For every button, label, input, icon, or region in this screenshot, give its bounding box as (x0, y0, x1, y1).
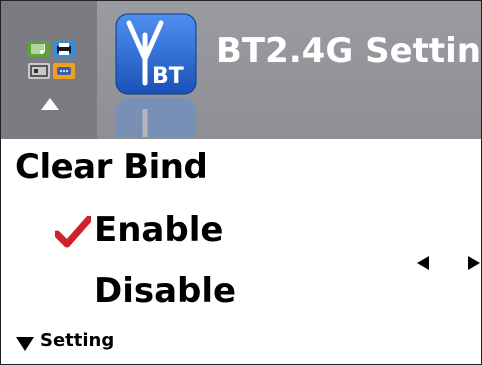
device-mini-icon (28, 63, 50, 79)
option-enable[interactable]: Enable (94, 210, 223, 250)
right-arrow-icon[interactable] (468, 255, 480, 274)
option-disable[interactable]: Disable (94, 271, 236, 311)
printer-mini-icon (53, 41, 75, 57)
footer-label[interactable]: Setting (40, 330, 114, 351)
app-icon-reflection (115, 97, 197, 137)
music-mini-icon (28, 41, 50, 57)
screen: BT BT2.4G Setting Clear Bind Enable Disa… (0, 0, 482, 365)
check-icon (53, 215, 93, 252)
up-arrow-icon (41, 95, 59, 114)
page-title: BT2.4G Setting (216, 31, 482, 71)
header-bar: BT BT2.4G Setting (1, 1, 481, 139)
down-arrow-icon (16, 336, 34, 355)
bt-antenna-icon: BT (115, 13, 197, 95)
left-arrow-icon[interactable] (417, 255, 429, 274)
section-title: Clear Bind (15, 147, 208, 187)
connector-mini-icon (53, 63, 75, 79)
home-button[interactable] (1, 1, 97, 139)
svg-text:BT: BT (152, 64, 184, 89)
